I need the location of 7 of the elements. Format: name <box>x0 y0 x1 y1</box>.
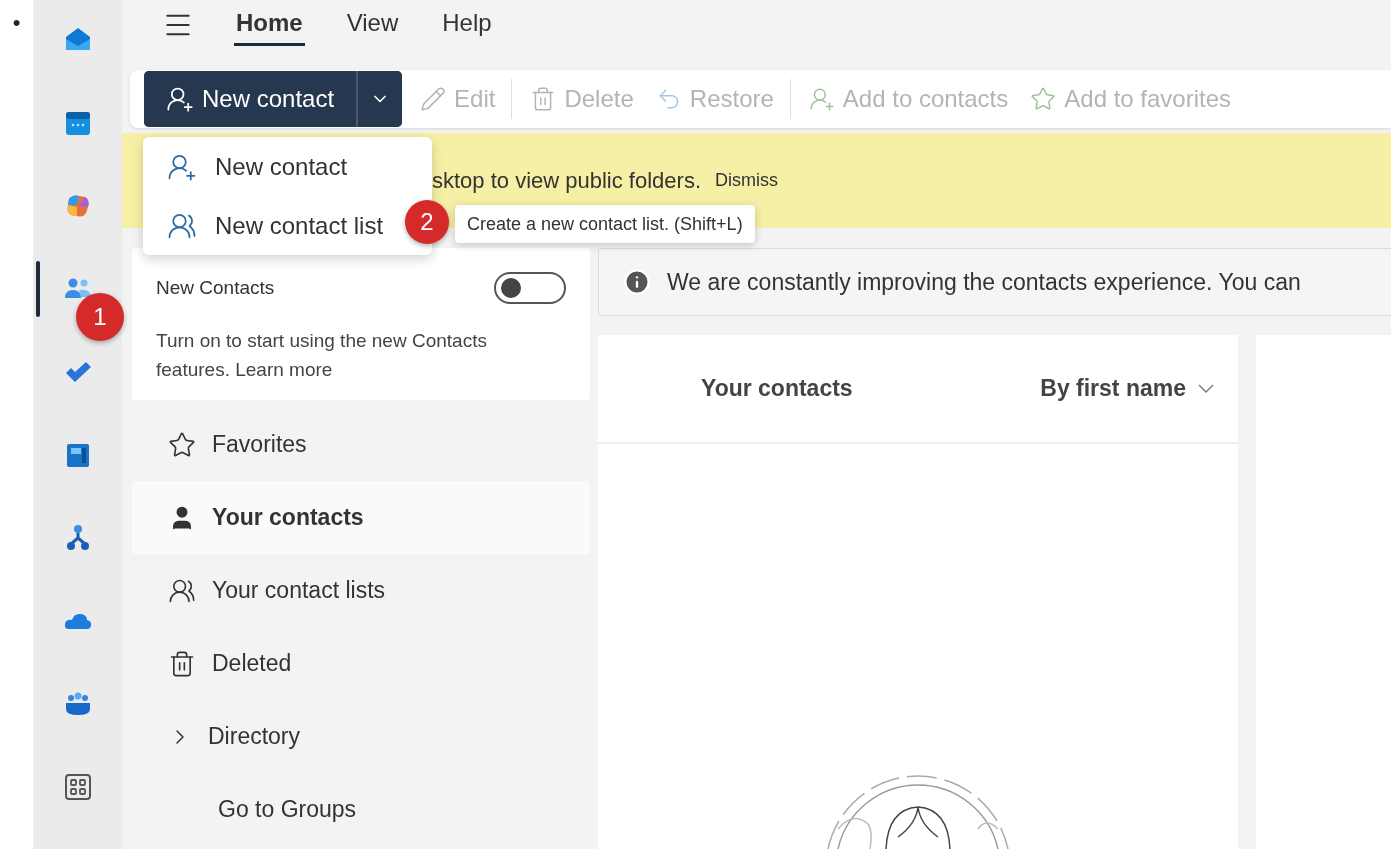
info-text: We are constantly improving the contacts experience. You can <box>667 268 1301 296</box>
description-text: Turn on to start using the new Contacts features. Learn more <box>156 329 488 382</box>
banner-text: sktop to view public folders. <box>432 167 702 194</box>
pane-title: Your contacts <box>701 375 853 402</box>
card-title: New Contacts <box>156 277 275 299</box>
bullet-mark: • <box>12 12 21 34</box>
tooltip: Create a new contact list. (Shift+L) <box>455 205 755 243</box>
